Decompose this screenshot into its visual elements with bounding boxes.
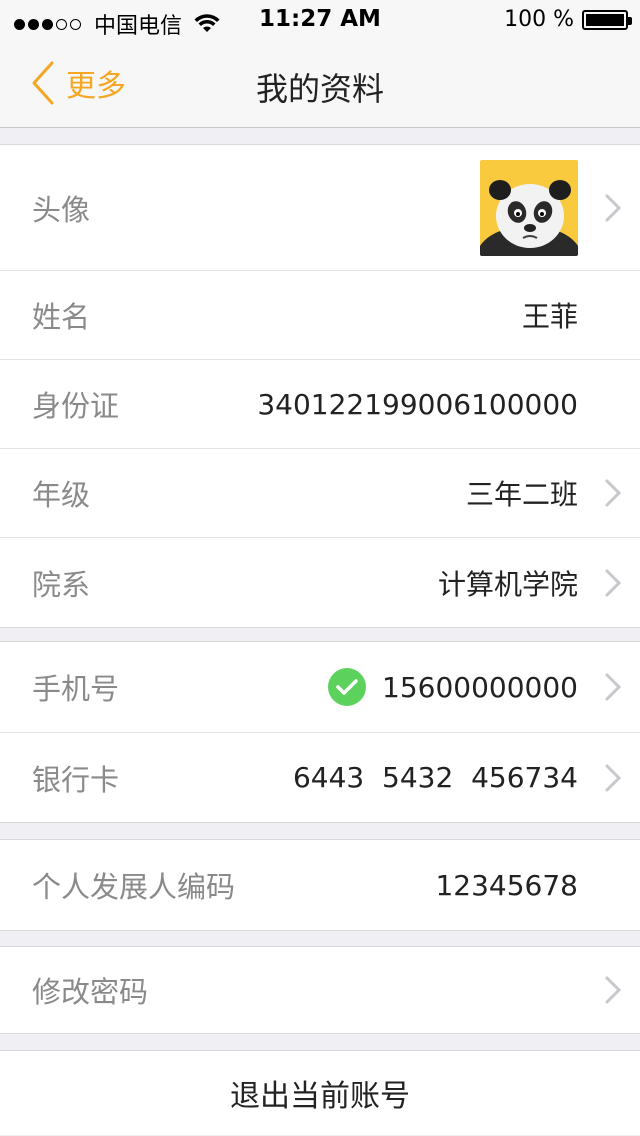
page-title: 我的资料	[255, 70, 384, 108]
contact-group: 手机号 15600000000 银行卡 6443 5432 456734	[0, 641, 640, 823]
profile-group: 头像 姓名 王菲 身份证 340122199006100000 年级 三年二班 …	[0, 144, 640, 628]
change-password-label: 修改密码	[32, 975, 149, 1009]
avatar	[480, 159, 578, 256]
grade-value: 三年二班	[465, 478, 578, 511]
chevron-right-icon	[605, 764, 622, 791]
bank-card-label: 银行卡	[32, 762, 120, 797]
grade-label: 年级	[32, 478, 91, 512]
dev-code-group: 个人发展人编码 12345678	[0, 839, 640, 931]
name-label: 姓名	[32, 300, 91, 334]
chevron-right-icon	[605, 569, 622, 596]
status-right: 100 %	[504, 7, 632, 32]
dev-code-label: 个人发展人编码	[32, 870, 236, 904]
password-group: 修改密码	[0, 946, 640, 1034]
avatar-label: 头像	[32, 192, 91, 227]
avatar-container	[480, 145, 578, 270]
avatar-row[interactable]: 头像	[0, 145, 640, 271]
phone-value: 15600000000	[382, 670, 578, 704]
battery-icon	[582, 9, 632, 30]
name-value: 王菲	[521, 300, 578, 333]
change-password-row[interactable]: 修改密码	[0, 947, 640, 1033]
verified-check-icon	[328, 668, 367, 706]
logout-group: 退出当前账号	[0, 1050, 640, 1135]
grade-row[interactable]: 年级 三年二班	[0, 449, 640, 538]
navigation-bar: 更多 我的资料	[0, 40, 640, 128]
id-value: 340122199006100000	[257, 387, 578, 421]
chevron-right-icon	[605, 673, 622, 701]
department-value: 计算机学院	[437, 567, 578, 601]
chevron-right-icon	[605, 976, 622, 1004]
phone-row[interactable]: 手机号 15600000000	[0, 642, 640, 733]
department-row[interactable]: 院系 计算机学院	[0, 538, 640, 627]
phone-value-container: 15600000000	[328, 642, 578, 732]
battery-percent: 100 %	[504, 7, 574, 32]
phone-label: 手机号	[32, 672, 120, 706]
chevron-right-icon	[605, 194, 622, 221]
bank-card-row[interactable]: 银行卡 6443 5432 456734	[0, 733, 640, 822]
name-row: 姓名 王菲	[0, 271, 640, 360]
bank-card-value: 6443 5432 456734	[292, 761, 578, 794]
department-label: 院系	[32, 567, 91, 602]
logout-button[interactable]: 退出当前账号	[0, 1051, 640, 1135]
chevron-right-icon	[605, 479, 622, 507]
id-row: 身份证 340122199006100000	[0, 360, 640, 449]
id-label: 身份证	[32, 389, 120, 423]
dev-code-value: 12345678	[435, 868, 578, 902]
dev-code-row: 个人发展人编码 12345678	[0, 840, 640, 930]
status-bar: 中国电信 11:27 AM 100 %	[0, 0, 640, 40]
battery-level	[586, 13, 624, 26]
